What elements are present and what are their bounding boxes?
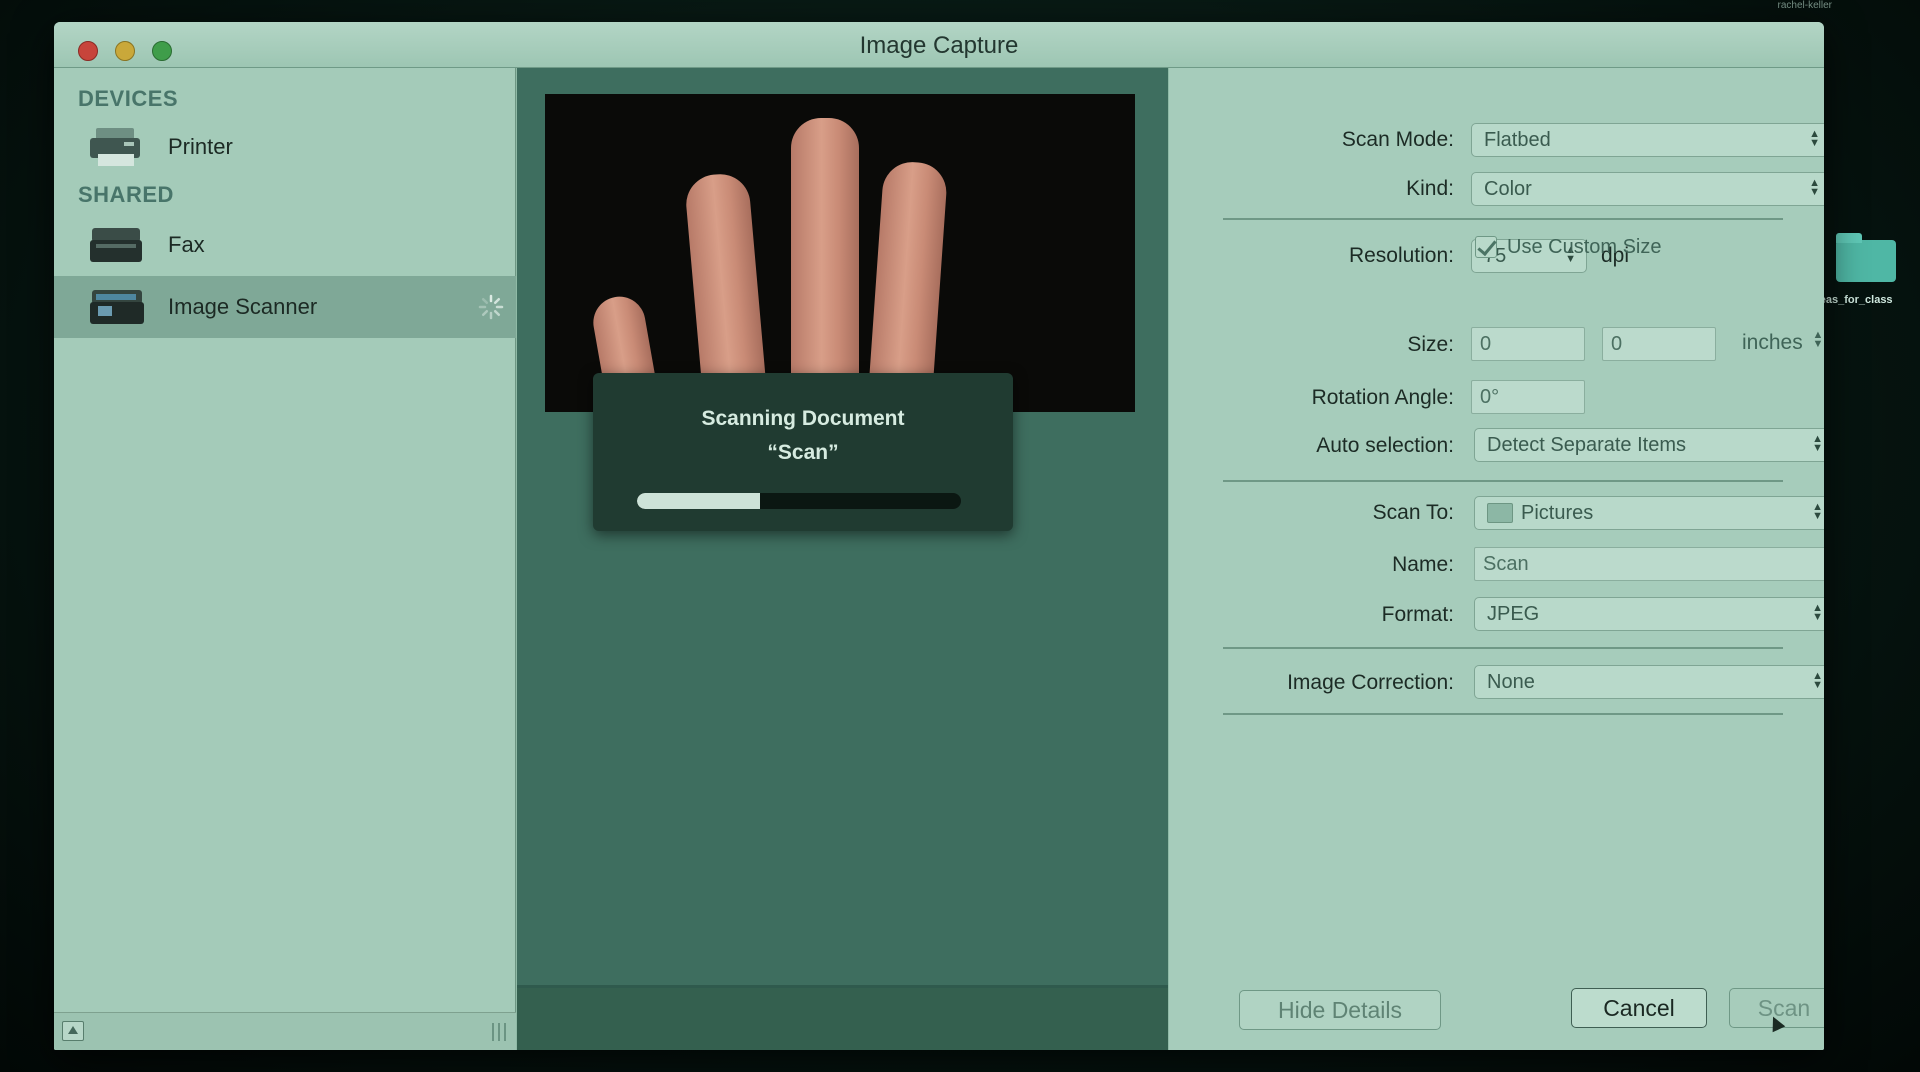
image-correction-label: Image Correction: — [1287, 671, 1454, 694]
size-width-field[interactable]: 0 — [1471, 327, 1585, 361]
scanner-icon — [90, 290, 144, 324]
hide-details-button[interactable]: Hide Details — [1239, 990, 1441, 1030]
popup-arrows-icon: ▲ ▼ — [1812, 670, 1823, 691]
popup-arrows-icon: ▲ ▼ — [1812, 602, 1823, 623]
sidebar-item-printer[interactable]: Printer — [54, 116, 516, 178]
scan-to-label: Scan To: — [1372, 501, 1454, 524]
scan-to-popup[interactable]: Pictures ▲ ▼ — [1474, 496, 1824, 530]
image-capture-window: Image Capture DEVICES Printer SHARED Fax — [54, 22, 1824, 1050]
auto-selection-value: Detect Separate Items — [1487, 434, 1686, 456]
popup-arrows-icon: ▲ ▼ — [1812, 501, 1823, 522]
use-custom-size-checkbox[interactable] — [1475, 236, 1497, 258]
sidebar-item-fax[interactable]: Fax — [54, 214, 516, 276]
resolution-label: Resolution: — [1348, 244, 1454, 267]
size-unit-value: inches — [1742, 331, 1803, 354]
popup-arrows-icon: ▲ ▼ — [1809, 177, 1820, 198]
sidebar-item-label: Printer — [168, 134, 233, 159]
rotation-angle-label: Rotation Angle: — [1311, 386, 1454, 409]
size-height-field[interactable]: 0 — [1602, 327, 1716, 361]
scan-mode-value: Flatbed — [1484, 129, 1551, 151]
format-popup[interactable]: JPEG ▲ ▼ — [1474, 597, 1824, 631]
scanned-finger — [791, 118, 859, 412]
window-title: Image Capture — [859, 32, 1019, 59]
folder-icon — [1836, 233, 1896, 282]
kind-value: Color — [1484, 178, 1532, 200]
separator — [1223, 480, 1783, 482]
auto-selection-label: Auto selection: — [1316, 434, 1454, 457]
sidebar-item-label: Fax — [168, 232, 205, 257]
name-label: Name: — [1392, 553, 1454, 576]
busy-spinner-icon — [478, 294, 504, 320]
size-label: Size: — [1407, 333, 1454, 356]
format-label: Format: — [1381, 603, 1454, 626]
use-custom-size-label: Use Custom Size — [1507, 236, 1662, 258]
kind-popup[interactable]: Color ▲ ▼ — [1471, 172, 1824, 206]
image-correction-popup[interactable]: None ▲ ▼ — [1474, 665, 1824, 699]
sidebar-item-image-scanner[interactable]: Image Scanner — [54, 276, 516, 338]
popup-arrows-icon: ▲ ▼ — [1809, 128, 1820, 149]
desktop-user-label: rachel-keller — [1777, 0, 1832, 11]
popup-arrows-icon: ▲ ▼ — [1812, 329, 1824, 350]
device-sidebar: DEVICES Printer SHARED Fax Image Scanner — [54, 68, 516, 1050]
progress-bar — [637, 493, 961, 509]
cancel-button[interactable]: Cancel — [1571, 988, 1707, 1028]
sidebar-footer — [54, 1012, 516, 1050]
popup-arrows-icon: ▲ ▼ — [1812, 433, 1823, 454]
printer-icon — [90, 128, 140, 166]
scan-progress-panel: Scanning Document “Scan” — [593, 373, 1013, 531]
progress-bar-fill — [637, 493, 761, 509]
separator — [1223, 713, 1783, 715]
size-unit-popup[interactable]: inches ▲ ▼ — [1742, 329, 1824, 355]
preview-bottom-bar — [517, 988, 1168, 1050]
progress-document-name: “Scan” — [767, 441, 839, 464]
scan-preview-area: Scanning Document “Scan” — [517, 68, 1168, 1050]
scan-preview-image — [545, 94, 1135, 412]
rotation-angle-field[interactable]: 0° — [1471, 380, 1585, 414]
image-correction-value: None — [1487, 671, 1535, 693]
kind-label: Kind: — [1406, 177, 1454, 200]
title-bar: Image Capture — [54, 22, 1824, 68]
format-value: JPEG — [1487, 603, 1540, 625]
pictures-folder-icon — [1487, 503, 1513, 523]
scan-mode-label: Scan Mode: — [1341, 128, 1454, 151]
sidebar-section-shared: SHARED — [78, 182, 174, 207]
auto-selection-popup[interactable]: Detect Separate Items ▲ ▼ — [1474, 428, 1824, 462]
name-field[interactable]: Scan — [1474, 547, 1824, 581]
scan-to-value: Pictures — [1521, 502, 1594, 524]
eject-button[interactable] — [62, 1021, 84, 1041]
progress-title: Scanning Document — [701, 407, 905, 430]
separator — [1223, 218, 1783, 220]
sidebar-item-label: Image Scanner — [168, 294, 318, 319]
sidebar-resize-handle[interactable] — [492, 1023, 506, 1041]
scan-settings-panel: Scan Mode: Flatbed ▲ ▼ Kind: Color ▲ ▼ Res… — [1169, 68, 1824, 1050]
fax-icon — [90, 228, 142, 262]
sidebar-section-devices: DEVICES — [78, 86, 179, 111]
separator — [1223, 647, 1783, 649]
scan-mode-popup[interactable]: Flatbed ▲ ▼ — [1471, 123, 1824, 157]
